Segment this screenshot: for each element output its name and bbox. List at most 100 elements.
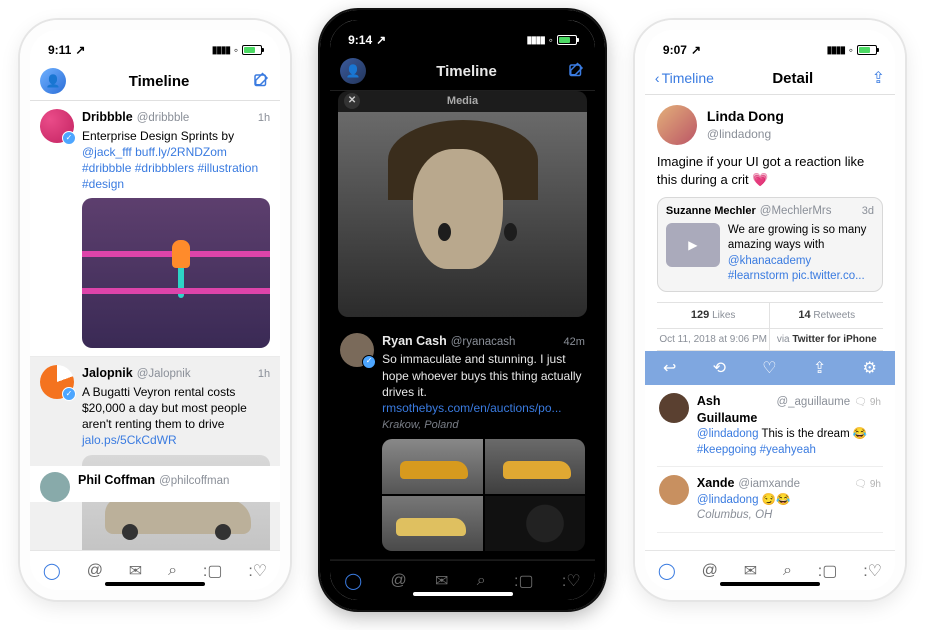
tab-search-icon[interactable]: ⌕ [168, 562, 177, 580]
tab-timeline-icon[interactable]: ◯ [43, 561, 61, 581]
mention[interactable]: @khanacademy [728, 255, 811, 267]
timeline-body[interactable]: ✓ Dribbble @dribbble 1h Enterprise Desig… [30, 101, 280, 550]
quote-name[interactable]: Suzanne Mechler [666, 204, 756, 219]
hashtag[interactable]: #dribbble [82, 161, 131, 175]
reply-name[interactable]: Ash Guillaume [697, 393, 773, 427]
compose-button[interactable] [567, 62, 585, 80]
hashtag[interactable]: #learnstorm [728, 270, 789, 282]
conversation-icon: 🗨 [854, 478, 867, 492]
link[interactable]: buff.ly/2RNDZom [135, 145, 227, 159]
timeline-body[interactable]: ✕ Media ✓ Ryan Cash @ryanacash 42m [330, 91, 595, 560]
meta-row: Oct 11, 2018 at 9:06 PM via Twitter for … [657, 329, 883, 352]
avatar[interactable]: ✓ [340, 333, 374, 367]
tab-search-icon[interactable]: ⌕ [783, 562, 792, 580]
tweet-media[interactable] [82, 198, 270, 348]
tweet[interactable]: ✓ Jalopnik @Jalopnik 1h A Bugatti Veyron… [30, 357, 280, 550]
tweet[interactable]: ✓ Ryan Cash @ryanacash 42m So immaculate… [330, 325, 595, 560]
avatar[interactable] [657, 105, 697, 145]
tweet-media-grid[interactable] [382, 439, 585, 551]
tweet-handle[interactable]: @philcoffman [159, 474, 229, 490]
tweet-handle[interactable]: @dribbble [137, 111, 190, 127]
hashtag[interactable]: #design [82, 177, 124, 191]
battery-icon [557, 35, 577, 45]
share-button[interactable]: ⇪ [813, 358, 826, 380]
mention[interactable]: @jack_fff [82, 145, 132, 159]
compose-button[interactable] [252, 72, 270, 90]
tab-likes-icon[interactable]: :♡ [863, 561, 882, 581]
hashtag[interactable]: #dribbblers [135, 161, 194, 175]
profile-avatar-button[interactable]: 👤 [340, 58, 366, 84]
detail-body[interactable]: Linda Dong @lindadong Imagine if your UI… [645, 95, 895, 550]
quote-media-thumb[interactable] [666, 223, 720, 267]
tweet-name[interactable]: Dribbble [82, 109, 133, 126]
hashtag[interactable]: #keepgoing [697, 444, 756, 456]
user-name[interactable]: Linda Dong [707, 107, 784, 126]
media-thumb[interactable] [485, 496, 585, 551]
tab-profile-icon[interactable]: :▢ [818, 561, 838, 581]
media-image[interactable] [338, 112, 587, 317]
verified-badge-icon: ✓ [362, 355, 376, 369]
back-button[interactable]: ‹Timeline [655, 70, 714, 86]
tab-messages-icon[interactable]: ✉ [435, 571, 448, 591]
retweet-button[interactable]: ⟲ [713, 358, 726, 380]
link[interactable]: rmsothebys.com/en/auctions/po... [382, 401, 561, 415]
hashtag[interactable]: #illustration [197, 161, 258, 175]
tweet-name[interactable]: Phil Coffman [78, 472, 155, 489]
media-thumb[interactable] [382, 496, 482, 551]
reply-handle[interactable]: @_aguillaume [776, 395, 850, 411]
avatar[interactable] [659, 475, 689, 505]
media-thumb[interactable] [382, 439, 482, 494]
settings-button[interactable]: ⚙ [863, 358, 877, 380]
reply[interactable]: Ash Guillaume @_aguillaume 🗨9h @lindadon… [657, 385, 883, 467]
retweets-stat[interactable]: 14 Retweets [769, 303, 883, 328]
media-lightbox[interactable]: ✕ Media [338, 91, 587, 317]
tab-profile-icon[interactable]: :▢ [203, 561, 223, 581]
home-indicator[interactable] [105, 582, 205, 586]
tab-timeline-icon[interactable]: ◯ [658, 561, 676, 581]
close-button[interactable]: ✕ [344, 93, 360, 109]
home-indicator[interactable] [720, 582, 820, 586]
reply[interactable]: Xande @iamxande 🗨9h @lindadong 😏😂 Columb… [657, 467, 883, 533]
avatar[interactable] [659, 393, 689, 423]
user-handle[interactable]: @lindadong [707, 126, 784, 142]
quoted-tweet[interactable]: Suzanne Mechler @MechlerMrs 3d We are gr… [657, 197, 883, 292]
quote-time: 3d [862, 204, 874, 219]
battery-icon [857, 45, 877, 55]
tweet[interactable]: ✓ Dribbble @dribbble 1h Enterprise Desig… [30, 101, 280, 357]
avatar[interactable]: ✓ [40, 109, 74, 143]
tab-timeline-icon[interactable]: ◯ [344, 571, 362, 591]
media-thumb[interactable] [485, 439, 585, 494]
quote-handle[interactable]: @MechlerMrs [760, 204, 832, 220]
tab-mentions-icon[interactable]: @ [702, 562, 718, 580]
tweet-handle[interactable]: @Jalopnik [137, 367, 191, 383]
avatar[interactable]: ✓ [40, 365, 74, 399]
mention[interactable]: @lindadong [697, 428, 759, 440]
tweet-text: A Bugatti Veyron rental costs $20,000 a … [82, 384, 270, 449]
tab-messages-icon[interactable]: ✉ [744, 561, 757, 581]
share-button[interactable]: ⇪ [872, 68, 885, 88]
avatar[interactable] [40, 472, 70, 502]
profile-avatar-button[interactable]: 👤 [40, 68, 66, 94]
link[interactable]: jalo.ps/5CkCdWR [82, 433, 177, 447]
link[interactable]: pic.twitter.co... [792, 270, 865, 282]
reply-name[interactable]: Xande [697, 475, 735, 492]
tweet-handle[interactable]: @ryanacash [451, 335, 516, 351]
tab-likes-icon[interactable]: :♡ [562, 571, 581, 591]
mention[interactable]: @lindadong [697, 494, 759, 506]
likes-stat[interactable]: 129 Likes [657, 303, 770, 328]
reply-handle[interactable]: @iamxande [738, 477, 800, 493]
tab-messages-icon[interactable]: ✉ [129, 561, 142, 581]
tab-search-icon[interactable]: ⌕ [477, 572, 486, 590]
tab-profile-icon[interactable]: :▢ [514, 571, 534, 591]
battery-icon [242, 45, 262, 55]
reply-button[interactable]: ↩ [663, 358, 676, 380]
tab-mentions-icon[interactable]: @ [87, 562, 103, 580]
tweet-name[interactable]: Jalopnik [82, 365, 133, 382]
tab-mentions-icon[interactable]: @ [390, 572, 406, 590]
like-button[interactable]: ♡ [762, 358, 776, 380]
hashtag[interactable]: #yeahyeah [760, 444, 816, 456]
home-indicator[interactable] [413, 592, 513, 596]
tweet-peek[interactable]: Phil Coffman @philcoffman [30, 466, 280, 502]
tweet-name[interactable]: Ryan Cash [382, 333, 447, 350]
tab-likes-icon[interactable]: :♡ [248, 561, 267, 581]
